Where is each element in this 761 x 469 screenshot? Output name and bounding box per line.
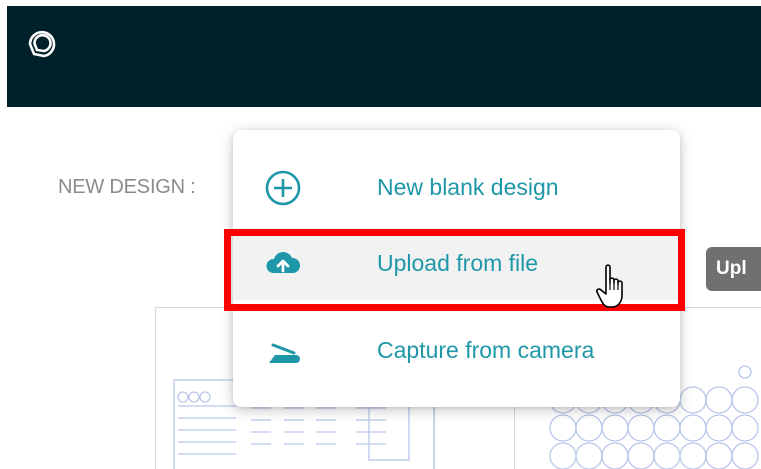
menu-item-label: New blank design: [377, 174, 559, 200]
top-bar: [0, 0, 761, 107]
menu-item-capture-from-camera[interactable]: Capture from camera: [233, 315, 680, 387]
new-design-label: NEW DESIGN :: [58, 176, 196, 198]
hand-pointer-cursor-icon: [596, 264, 623, 308]
upload-chip[interactable]: Upl: [706, 247, 761, 291]
left-border-strip: [0, 0, 7, 107]
menu-item-new-blank-design[interactable]: New blank design: [233, 152, 680, 224]
menu-item-label: Capture from camera: [377, 337, 595, 363]
pin-logo-icon[interactable]: [26, 26, 62, 62]
plus-circle-icon: [265, 170, 301, 206]
top-border-strip: [0, 0, 761, 6]
scanner-icon: [269, 343, 300, 363]
